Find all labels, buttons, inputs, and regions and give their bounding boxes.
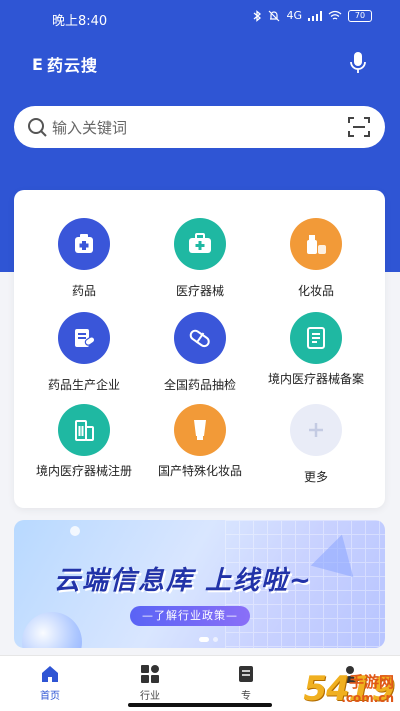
medicine-box-icon [58, 218, 110, 270]
tab-industry[interactable]: 行业 [118, 664, 182, 702]
category-device-record[interactable]: 境内医疗器械备案 [254, 312, 378, 387]
cosmetics-icon [290, 218, 342, 270]
tab-label: 行业 [140, 691, 160, 702]
search-bar[interactable]: 输入关键词 [14, 106, 385, 148]
site-watermark: 5419 手游网 .com.cn [303, 669, 395, 709]
signal-icon [308, 10, 322, 21]
topic-icon [239, 666, 253, 682]
app-brand: E 药云搜 [32, 52, 98, 76]
tab-topic[interactable]: 专 [214, 664, 278, 702]
app-title: 药云搜 [46, 56, 98, 75]
category-label: 境内医疗器械注册 [36, 464, 133, 478]
search-input[interactable]: 输入关键词 [52, 117, 347, 138]
watermark-site: 手游网 [348, 673, 394, 691]
category-label: 药品生产企业 [47, 378, 120, 392]
tab-label: 专 [241, 691, 251, 702]
category-cosmetics[interactable]: 化妆品 [254, 218, 378, 299]
pagination-dot-active [199, 637, 209, 642]
home-icon [42, 666, 58, 682]
device-record-icon [290, 312, 342, 364]
battery-icon: 70 [348, 9, 372, 22]
home-indicator [128, 703, 272, 707]
plus-icon [290, 404, 342, 456]
category-medical-device[interactable]: 医疗器械 [138, 218, 262, 299]
mute-icon [269, 10, 280, 21]
category-grid: 药品 医疗器械 化妆品 药品生产企业 全国药品抽检 境内医疗器械备案 境内医疗器… [14, 190, 385, 508]
battery-level: 70 [354, 10, 366, 20]
tab-home[interactable]: 首页 [18, 664, 82, 702]
medical-kit-icon [174, 218, 226, 270]
system-icons: 4G 70 [252, 9, 372, 22]
signal-label: 4G [286, 9, 302, 22]
category-device-registration[interactable]: 境内医疗器械注册 [22, 404, 146, 479]
wifi-icon [328, 10, 342, 20]
bluetooth-icon [254, 9, 262, 22]
category-more[interactable]: 更多 [254, 404, 378, 485]
building-icon [58, 404, 110, 456]
watermark-url: .com.cn [341, 691, 394, 705]
category-label: 更多 [303, 470, 328, 484]
tube-icon [174, 404, 226, 456]
category-label: 国产特殊化妆品 [157, 464, 242, 478]
category-medicine[interactable]: 药品 [22, 218, 146, 299]
pagination-dot [213, 637, 218, 642]
banner-dot-decoration [70, 526, 80, 536]
pill-capsule-icon [174, 312, 226, 364]
banner-bubble-decoration [22, 612, 82, 648]
scan-icon[interactable] [347, 115, 371, 139]
search-icon [28, 118, 47, 137]
promo-banner[interactable]: 云端信息库 上线啦~ —了解行业政策— [14, 520, 385, 648]
category-pharma-enterprise[interactable]: 药品生产企业 [22, 312, 146, 393]
category-label: 化妆品 [297, 284, 334, 298]
banner-pagination [199, 637, 218, 642]
app-bar: E 药云搜 [0, 46, 400, 82]
banner-cta[interactable]: —了解行业政策— [130, 606, 250, 626]
microphone-icon[interactable] [346, 50, 370, 76]
status-time: 晚上8:40 [52, 14, 108, 29]
category-label: 全国药品抽检 [163, 378, 236, 392]
category-label: 药品 [71, 284, 96, 298]
category-national-inspection[interactable]: 全国药品抽检 [138, 312, 262, 393]
category-label: 医疗器械 [175, 284, 224, 298]
app-logo-icon: E [32, 54, 44, 74]
pharma-enterprise-icon [58, 312, 110, 364]
banner-headline: 云端信息库 上线啦~ [54, 566, 313, 596]
grid-icon [141, 665, 159, 683]
category-label: 境内医疗器械备案 [268, 372, 365, 386]
status-bar: 晚上8:40 4G 70 [0, 0, 400, 36]
category-special-cosmetics[interactable]: 国产特殊化妆品 [138, 404, 262, 479]
tab-label: 首页 [40, 691, 60, 702]
